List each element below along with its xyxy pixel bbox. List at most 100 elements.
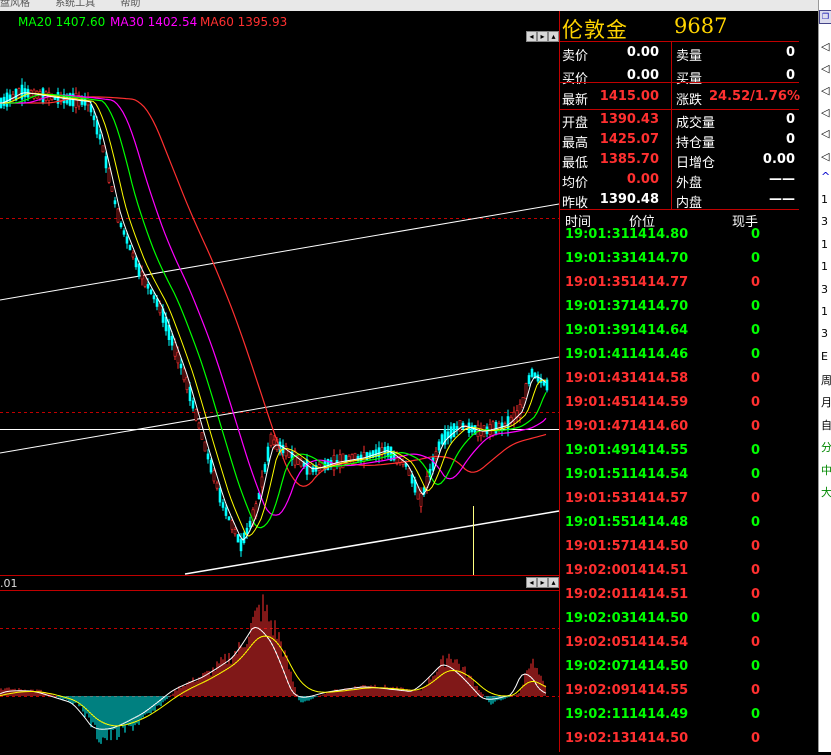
side-item[interactable]: ◁ xyxy=(821,84,829,97)
side-item[interactable]: 1 xyxy=(821,305,828,318)
candle-body xyxy=(332,455,336,471)
tick-qty: 0 xyxy=(751,491,761,506)
tick-time: 19:01:57 xyxy=(565,539,630,554)
side-item[interactable]: 中 xyxy=(821,462,831,478)
quote-label: 买量 xyxy=(676,72,703,87)
quote-label: 均价 xyxy=(562,176,589,191)
tick-row[interactable]: 19:01:45 1414.59 0 xyxy=(559,395,799,419)
candle-body xyxy=(266,446,270,462)
tick-price: 1414.50 xyxy=(629,539,689,554)
quote-value: 0 xyxy=(785,112,795,127)
tick-row[interactable]: 19:01:35 1414.77 0 xyxy=(559,275,799,299)
sub-scroll-right-button[interactable]: ▸ xyxy=(537,577,548,588)
candle-body xyxy=(221,502,225,508)
side-item[interactable]: 1 xyxy=(821,260,828,273)
tick-price: 1414.57 xyxy=(629,491,689,506)
tick-row[interactable]: 19:02:11 1414.49 0 xyxy=(559,707,799,731)
tick-row[interactable]: 19:02:13 1414.50 0 xyxy=(559,731,799,755)
side-item[interactable]: ◁ xyxy=(821,127,829,140)
candle-body xyxy=(470,425,474,433)
tick-qty: 0 xyxy=(751,299,761,314)
tick-qty: 0 xyxy=(751,515,761,530)
quote-label: 开盘 xyxy=(562,116,589,131)
tick-row[interactable]: 19:01:41 1414.46 0 xyxy=(559,347,799,371)
quote-label: 最低 xyxy=(562,156,589,171)
scroll-right-button[interactable]: ▸ xyxy=(537,31,548,42)
side-item[interactable]: 3 xyxy=(821,215,828,228)
side-item[interactable]: ◁ xyxy=(821,106,829,119)
side-item[interactable]: ◁ xyxy=(821,62,829,75)
quote-label: 最高 xyxy=(562,136,589,151)
tick-qty: 0 xyxy=(751,395,761,410)
side-item[interactable]: ◁ xyxy=(821,40,829,53)
tick-qty: 0 xyxy=(751,467,761,482)
tick-row[interactable]: 19:01:53 1414.57 0 xyxy=(559,491,799,515)
candle-body xyxy=(197,422,201,429)
tick-time: 19:02:13 xyxy=(565,731,630,746)
tick-time: 19:01:53 xyxy=(565,491,630,506)
candle-body xyxy=(440,434,444,445)
candle-body xyxy=(407,468,411,476)
side-item[interactable]: 周 xyxy=(821,372,831,388)
side-item[interactable]: 1 xyxy=(821,193,828,206)
tick-row[interactable]: 19:02:01 1414.51 0 xyxy=(559,587,799,611)
tick-price: 1414.58 xyxy=(629,371,689,386)
tick-row[interactable]: 19:01:47 1414.60 0 xyxy=(559,419,799,443)
side-item[interactable]: 月 xyxy=(821,394,831,410)
tick-row[interactable]: 19:02:00 1414.51 0 xyxy=(559,563,799,587)
tick-row[interactable]: 19:01:31 1414.80 0 xyxy=(559,227,799,251)
tick-time: 19:02:03 xyxy=(565,611,630,626)
tick-row[interactable]: 19:01:37 1414.70 0 xyxy=(559,299,799,323)
tick-row[interactable]: 19:01:57 1414.50 0 xyxy=(559,539,799,563)
candle-body xyxy=(527,375,531,385)
side-item[interactable]: 大 xyxy=(821,484,831,500)
tick-row[interactable]: 19:01:49 1414.55 0 xyxy=(559,443,799,467)
tick-row[interactable]: 19:01:51 1414.54 0 xyxy=(559,467,799,491)
tick-price: 1414.64 xyxy=(629,323,689,338)
quote-label: 最新 xyxy=(562,93,589,108)
tick-row[interactable]: 19:01:33 1414.70 0 xyxy=(559,251,799,275)
candle-body xyxy=(14,88,18,101)
side-item[interactable]: ^ xyxy=(821,170,830,183)
tick-row[interactable]: 19:02:07 1414.50 0 xyxy=(559,659,799,683)
tick-time: 19:01:35 xyxy=(565,275,630,290)
tick-row[interactable]: 19:02:09 1414.55 0 xyxy=(559,683,799,707)
side-item[interactable]: 分 xyxy=(821,439,831,455)
candle-body xyxy=(170,336,174,346)
tick-row[interactable]: 19:02:05 1414.54 0 xyxy=(559,635,799,659)
tick-qty: 0 xyxy=(751,635,761,650)
candle-body xyxy=(239,538,243,552)
side-item[interactable]: 3 xyxy=(821,283,828,296)
tick-price: 1414.55 xyxy=(629,683,689,698)
candle-body xyxy=(293,450,297,466)
tick-time: 19:01:39 xyxy=(565,323,630,338)
tick-time: 19:02:01 xyxy=(565,587,630,602)
side-item[interactable]: 3 xyxy=(821,327,828,340)
tick-time: 19:01:47 xyxy=(565,419,630,434)
tick-price: 1414.60 xyxy=(629,419,689,434)
candle-body xyxy=(203,441,207,452)
kline-chart[interactable] xyxy=(0,0,560,752)
tick-row[interactable]: 19:01:39 1414.64 0 xyxy=(559,323,799,347)
side-toolbar: ❐ ◁ ◁ ◁ ◁ ◁ ◁ ^ 1 3 1 1 3 1 3 E 周月自分中大 xyxy=(818,0,831,752)
sub-scroll-left-button[interactable]: ◂ xyxy=(526,577,537,588)
tick-price: 1414.49 xyxy=(629,707,689,722)
side-item[interactable]: 自 xyxy=(821,417,831,433)
side-item[interactable]: E xyxy=(821,350,828,363)
side-item[interactable]: ◁ xyxy=(821,150,829,163)
side-item[interactable]: 1 xyxy=(821,238,828,251)
tick-row[interactable]: 19:02:03 1414.50 0 xyxy=(559,611,799,635)
tick-row[interactable]: 19:01:43 1414.58 0 xyxy=(559,371,799,395)
tick-time: 19:02:09 xyxy=(565,683,630,698)
tick-row[interactable]: 19:01:55 1414.48 0 xyxy=(559,515,799,539)
tick-time: 19:01:55 xyxy=(565,515,630,530)
candle-body xyxy=(173,341,177,357)
window-restore-button[interactable]: ❐ xyxy=(819,10,831,24)
tick-time: 19:01:43 xyxy=(565,371,630,386)
sub-zoom-button[interactable]: ▴ xyxy=(548,577,559,588)
tick-qty: 0 xyxy=(751,659,761,674)
tick-time: 19:02:05 xyxy=(565,635,630,650)
zoom-button[interactable]: ▴ xyxy=(548,31,559,42)
scroll-left-button[interactable]: ◂ xyxy=(526,31,537,42)
candle-body xyxy=(419,493,423,507)
